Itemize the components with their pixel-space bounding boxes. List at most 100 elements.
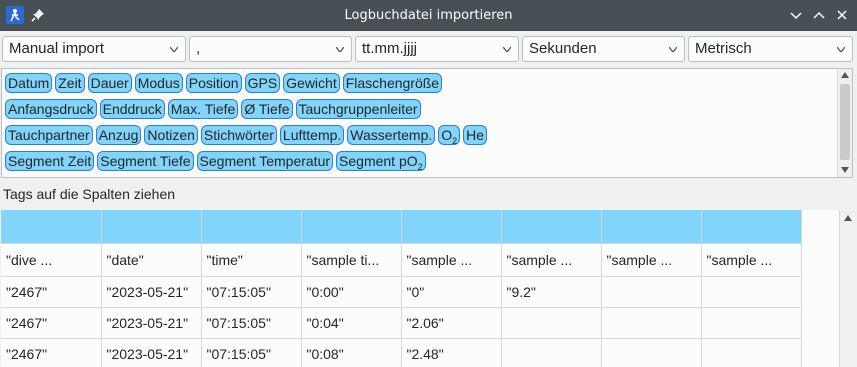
tag-drop-cell[interactable] [101, 210, 202, 244]
import-type-select[interactable]: Manual import [2, 36, 186, 62]
table-cell: "2467" [1, 338, 102, 367]
tag-datum[interactable]: Datum [5, 73, 53, 93]
table-cell: "2023-05-21" [101, 307, 202, 339]
tag-drop-cell[interactable] [301, 210, 402, 244]
tag-segment-po2[interactable]: Segment pO2 [336, 151, 426, 172]
tag-tauchpartner[interactable]: Tauchpartner [5, 125, 93, 145]
column-header-cell[interactable]: "sample ti... [301, 243, 402, 277]
table-cell [701, 338, 802, 367]
tag-row-3: Tauchpartner Anzug Notizen Stichwörter L… [5, 125, 488, 147]
tag-segment-temperatur[interactable]: Segment Temperatur [196, 151, 334, 171]
table-scrollbar[interactable] [839, 210, 856, 367]
close-icon[interactable] [835, 8, 849, 22]
tag-gps[interactable]: GPS [244, 73, 281, 93]
table-cell [501, 307, 602, 339]
tags-scrollbar[interactable] [837, 69, 852, 177]
tag-he[interactable]: He [463, 125, 488, 145]
table-row: "2467" "2023-05-21" "07:15:05" "0:00" "0" "9.… [1, 276, 802, 308]
tag-segment-zeit[interactable]: Segment Zeit [5, 151, 95, 171]
tag-drop-cell[interactable] [1, 210, 102, 244]
table-cell: "2023-05-21" [101, 276, 202, 308]
tag-drop-row [1, 210, 802, 244]
chevron-down-icon [170, 47, 178, 52]
tag-zeit[interactable]: Zeit [55, 73, 85, 93]
chevron-down-icon [837, 47, 845, 52]
tag-o2[interactable]: O2 [438, 125, 461, 146]
column-header-cell[interactable]: "sample ... [601, 243, 702, 277]
window-title: Logbuchdatei importieren [344, 8, 513, 23]
preview-table: "dive ... "date" "time" "sample ti... "sampl… [1, 210, 856, 367]
tag-drop-cell[interactable] [501, 210, 602, 244]
chevron-down-icon [669, 47, 677, 52]
table-cell: "07:15:05" [201, 307, 302, 339]
separator-select[interactable]: , [189, 36, 352, 62]
tag-row-1: Datum Zeit Dauer Modus Position GPS Gewi… [5, 73, 443, 95]
column-header-cell[interactable]: "sample ... [401, 243, 502, 277]
table-cell: "2467" [1, 276, 102, 308]
table-cell: "0" [401, 276, 502, 308]
tag-segment-po2-label: Segment pO [339, 153, 418, 169]
tag-notizen[interactable]: Notizen [144, 125, 198, 145]
table-cell [701, 276, 802, 308]
tag-anzug[interactable]: Anzug [95, 125, 142, 145]
tag-anfangsdruck[interactable]: Anfangsdruck [5, 99, 97, 119]
tag-position[interactable]: Position [185, 73, 242, 93]
table-cell: "07:15:05" [201, 276, 302, 308]
tag-drop-cell[interactable] [601, 210, 702, 244]
table-cell [501, 338, 602, 367]
minimize-icon[interactable] [789, 8, 803, 22]
table-cell: "2467" [1, 307, 102, 339]
column-header-cell[interactable]: "dive ... [1, 243, 102, 277]
tag-o2-subscript: 2 [452, 135, 458, 146]
table-row: "2467" "2023-05-21" "07:15:05" "0:08" "2.48" [1, 338, 802, 367]
tag-segment-po2-subscript: 2 [417, 161, 423, 172]
tag-modus[interactable]: Modus [134, 73, 183, 93]
scroll-down-arrow-icon[interactable] [841, 167, 849, 173]
tags-scrollbar-thumb[interactable] [840, 84, 850, 160]
table-row: "2467" "2023-05-21" "07:15:05" "0:04" "2.06" [1, 307, 802, 339]
tag-drop-cell[interactable] [401, 210, 502, 244]
column-header-cell[interactable]: "sample ... [501, 243, 602, 277]
tags-area: Datum Zeit Dauer Modus Position GPS Gewi… [1, 68, 853, 178]
tag-avg-tiefe[interactable]: Ø Tiefe [241, 99, 293, 119]
table-cell: "0:04" [301, 307, 402, 339]
tag-lufttemp[interactable]: Lufttemp. [279, 125, 345, 145]
tag-drop-cell[interactable] [201, 210, 302, 244]
tag-max-tiefe[interactable]: Max. Tiefe [167, 99, 239, 119]
duration-format-select[interactable]: Sekunden [522, 36, 685, 62]
table-cell: "9.2" [501, 276, 602, 308]
tag-segment-tiefe[interactable]: Segment Tiefe [97, 151, 194, 171]
column-header-cell[interactable]: "sample ... [701, 243, 802, 277]
tag-enddruck[interactable]: Enddruck [99, 99, 165, 119]
title-bar[interactable]: Logbuchdatei importieren [0, 0, 857, 31]
table-cell [601, 307, 702, 339]
tag-gewicht[interactable]: Gewicht [283, 73, 340, 93]
maximize-icon[interactable] [812, 8, 826, 22]
table-cell: "0:00" [301, 276, 402, 308]
units-value: Metrisch [695, 40, 752, 57]
column-header-cell[interactable]: "time" [201, 243, 302, 277]
table-cell: "07:15:05" [201, 338, 302, 367]
table-cell: "0:08" [301, 338, 402, 367]
import-type-value: Manual import [9, 40, 105, 57]
units-select[interactable]: Metrisch [688, 36, 853, 62]
tag-dauer[interactable]: Dauer [87, 73, 132, 93]
tag-row-4: Segment Zeit Segment Tiefe Segment Tempe… [5, 151, 426, 173]
tag-stichwoerter[interactable]: Stichwörter [200, 125, 277, 145]
tag-wassertemp[interactable]: Wassertemp. [347, 125, 436, 145]
column-header-cell[interactable]: "date" [101, 243, 202, 277]
date-format-value: tt.mm.jjjj [362, 40, 417, 57]
column-header-row: "dive ... "date" "time" "sample ti... "sampl… [1, 243, 802, 277]
tag-drop-cell[interactable] [701, 210, 802, 244]
table-cell: "2.06" [401, 307, 502, 339]
separator-value: , [196, 40, 201, 57]
scroll-up-arrow-icon[interactable] [844, 215, 852, 221]
drag-hint-label: Tags auf die Spalten ziehen [3, 186, 176, 202]
tag-flaschengroesse[interactable]: Flaschengröße [342, 73, 443, 93]
scroll-up-arrow-icon[interactable] [841, 72, 849, 78]
date-format-select[interactable]: tt.mm.jjjj [355, 36, 519, 62]
tag-o2-label: O [441, 127, 453, 143]
tag-row-2: Anfangsdruck Enddruck Max. Tiefe Ø Tiefe… [5, 99, 421, 121]
tag-tauchgruppenleiter[interactable]: Tauchgruppenleiter [295, 99, 421, 119]
table-cell: "2023-05-21" [101, 338, 202, 367]
